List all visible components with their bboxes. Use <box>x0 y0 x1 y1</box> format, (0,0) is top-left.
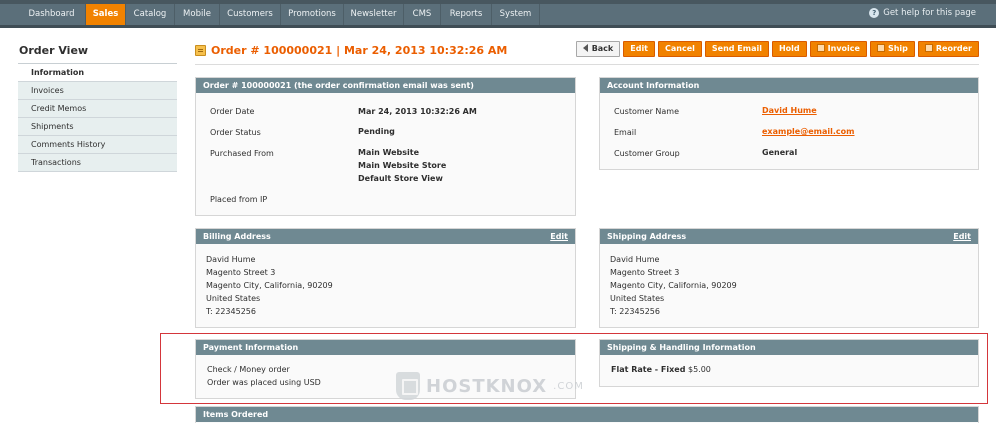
shipping-address-title: Shipping Address <box>607 232 687 241</box>
order-status-value: Pending <box>358 127 395 136</box>
back-button[interactable]: Back <box>575 41 621 57</box>
purchased-from-view: Default Store View <box>358 174 443 183</box>
nav-cms[interactable]: CMS <box>404 4 441 25</box>
sidebar-tabs: Information Invoices Credit Memos Shipme… <box>18 63 177 172</box>
shipping-address-box: Shipping Address Edit David Hume Magento… <box>599 228 979 328</box>
help-link[interactable]: ? Get help for this page <box>869 8 976 18</box>
order-date-value: Mar 24, 2013 10:32:26 AM <box>358 107 477 116</box>
billing-address-text: David Hume Magento Street 3 Magento City… <box>206 253 333 318</box>
cancel-button[interactable]: Cancel <box>658 41 702 57</box>
order-icon <box>195 45 206 56</box>
ship-button[interactable]: Ship <box>869 41 915 57</box>
shipping-line: Magento City, California, 90209 <box>610 281 737 290</box>
customer-name-link[interactable]: David Hume <box>762 106 817 115</box>
placed-from-ip-label: Placed from IP <box>210 195 268 204</box>
nav-promotions[interactable]: Promotions <box>281 4 344 25</box>
shipping-edit-link[interactable]: Edit <box>953 229 971 244</box>
sidebar-title: Order View <box>19 44 89 57</box>
send-email-button[interactable]: Send Email <box>704 41 769 57</box>
nav-reports[interactable]: Reports <box>441 4 492 25</box>
purchased-from-label: Purchased From <box>210 149 274 158</box>
invoice-button[interactable]: Invoice <box>809 41 867 57</box>
shipping-line: David Hume <box>610 255 660 264</box>
nav-customers[interactable]: Customers <box>220 4 281 25</box>
sidebar-item-transactions[interactable]: Transactions <box>18 154 177 172</box>
back-button-label: Back <box>591 44 614 53</box>
customer-group-value: General <box>762 148 798 157</box>
billing-line: T: 22345256 <box>206 307 256 316</box>
sidebar-item-shipments[interactable]: Shipments <box>18 118 177 136</box>
billing-line: David Hume <box>206 255 256 264</box>
action-toolbar: Back Edit Cancel Send Email Hold Invoice… <box>575 41 979 57</box>
items-ordered-box: Items Ordered <box>195 406 979 423</box>
reorder-button[interactable]: Reorder <box>917 41 979 57</box>
reorder-button-label: Reorder <box>935 44 972 53</box>
order-status-label: Order Status <box>210 128 261 137</box>
shipping-address-text: David Hume Magento Street 3 Magento City… <box>610 253 737 318</box>
billing-address-header: Billing Address Edit <box>196 229 575 244</box>
nav-dashboard[interactable]: Dashboard <box>18 4 86 25</box>
nav-mobile[interactable]: Mobile <box>175 4 220 25</box>
ship-button-label: Ship <box>887 44 908 53</box>
nav-sales[interactable]: Sales <box>86 4 126 25</box>
customer-group-label: Customer Group <box>614 149 680 158</box>
shipping-address-header: Shipping Address Edit <box>600 229 978 244</box>
invoice-icon <box>816 44 825 52</box>
help-icon: ? <box>869 8 880 18</box>
watermark-suffix: .COM <box>553 380 584 392</box>
watermark-text: HOSTKNOX <box>426 375 548 397</box>
top-navigation: Dashboard Sales Catalog Mobile Customers… <box>0 0 996 28</box>
billing-edit-link[interactable]: Edit <box>550 229 568 244</box>
shield-logo-icon <box>396 372 420 400</box>
customer-name-label: Customer Name <box>614 107 680 116</box>
hold-button-label: Hold <box>778 44 800 53</box>
page-title-text: Order # 100000021 | Mar 24, 2013 10:32:2… <box>211 44 508 57</box>
ship-icon <box>876 44 885 52</box>
sidebar-item-comments-history[interactable]: Comments History <box>18 136 177 154</box>
help-label: Get help for this page <box>883 8 976 18</box>
cancel-button-label: Cancel <box>665 44 695 53</box>
billing-address-title: Billing Address <box>203 232 271 241</box>
account-info-header: Account Information <box>600 78 978 93</box>
email-label: Email <box>614 128 637 137</box>
arrow-left-icon <box>582 44 588 52</box>
nav-catalog[interactable]: Catalog <box>126 4 175 25</box>
sidebar-item-information[interactable]: Information <box>18 64 177 82</box>
billing-address-box: Billing Address Edit David Hume Magento … <box>195 228 576 328</box>
reorder-icon <box>924 44 933 52</box>
billing-line: Magento Street 3 <box>206 268 276 277</box>
nav-newsletter[interactable]: Newsletter <box>344 4 404 25</box>
invoice-button-label: Invoice <box>827 44 860 53</box>
purchased-from-website: Main Website <box>358 148 420 157</box>
shipping-line: United States <box>610 294 665 303</box>
shipping-line: T: 22345256 <box>610 307 660 316</box>
send-email-button-label: Send Email <box>711 44 762 53</box>
order-info-box: Order # 100000021 (the order confirmatio… <box>195 77 576 216</box>
items-ordered-header: Items Ordered <box>196 407 978 422</box>
sidebar-item-credit-memos[interactable]: Credit Memos <box>18 100 177 118</box>
billing-line: Magento City, California, 90209 <box>206 281 333 290</box>
shipping-line: Magento Street 3 <box>610 268 680 277</box>
nav-system[interactable]: System <box>492 4 540 25</box>
page-title: Order # 100000021 | Mar 24, 2013 10:32:2… <box>195 44 507 57</box>
title-divider <box>195 64 979 65</box>
hold-button[interactable]: Hold <box>771 41 807 57</box>
account-info-box: Account Information Customer Name David … <box>599 77 979 170</box>
order-info-header: Order # 100000021 (the order confirmatio… <box>196 78 575 93</box>
edit-button[interactable]: Edit <box>623 41 656 57</box>
email-link[interactable]: example@email.com <box>762 127 854 136</box>
order-date-label: Order Date <box>210 107 255 116</box>
hostknox-watermark: HOSTKNOX .COM <box>396 372 584 400</box>
sidebar-item-invoices[interactable]: Invoices <box>18 82 177 100</box>
billing-line: United States <box>206 294 261 303</box>
edit-button-label: Edit <box>630 44 649 53</box>
purchased-from-store: Main Website Store <box>358 161 447 170</box>
